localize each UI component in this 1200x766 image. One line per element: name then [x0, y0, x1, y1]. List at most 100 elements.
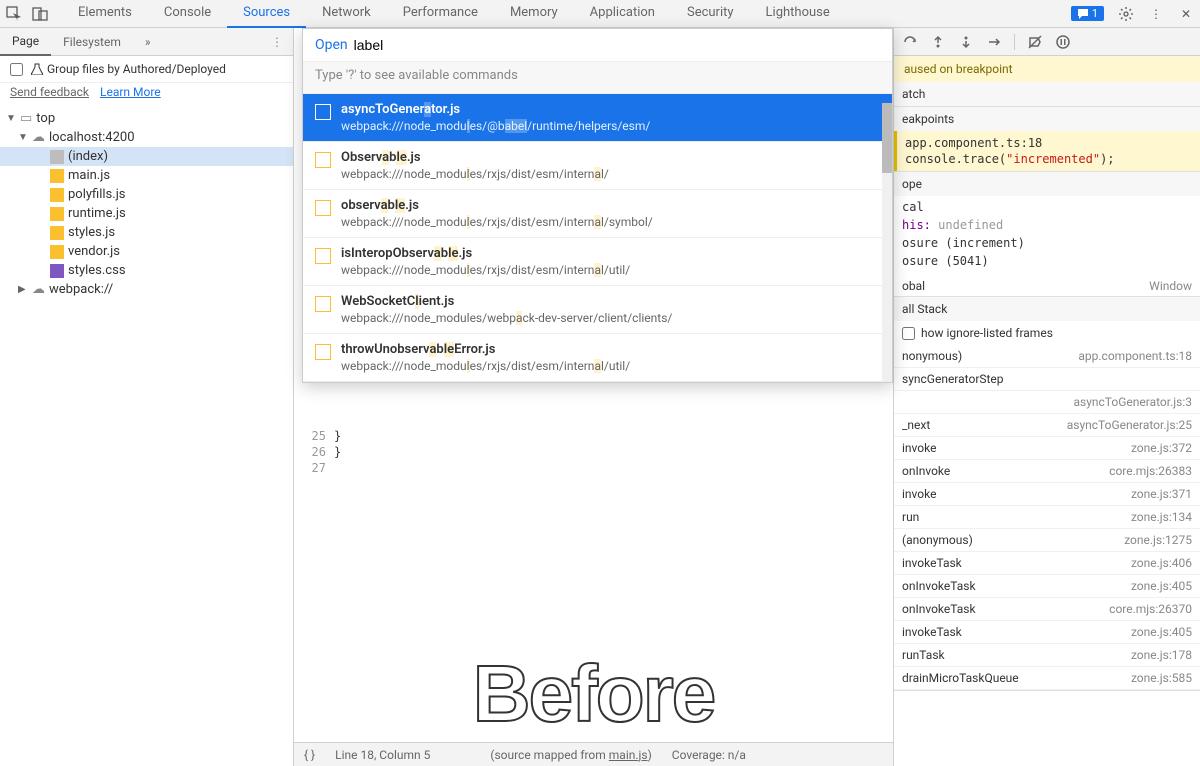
- group-files-label: Group files by Authored/Deployed: [47, 62, 226, 76]
- breakpoint-row[interactable]: app.component.ts:18 console.trace("incre…: [894, 131, 1200, 171]
- tree-webpack[interactable]: ▶☁webpack://: [0, 280, 293, 299]
- file-icon: [315, 344, 331, 360]
- tree-file-main[interactable]: main.js: [0, 166, 293, 185]
- quick-open-result[interactable]: throwUnobservableError.js webpack:///nod…: [303, 334, 892, 382]
- stack-frame[interactable]: drainMicroTaskQueuezone.js:585: [894, 667, 1200, 690]
- nav-tab-filesystem[interactable]: Filesystem: [51, 29, 133, 55]
- stack-frame[interactable]: invokezone.js:372: [894, 437, 1200, 460]
- inspect-element-icon[interactable]: [6, 6, 22, 22]
- learn-more-link[interactable]: Learn More: [100, 85, 161, 99]
- file-tree: ▼▭top ▼☁localhost:4200 (index) main.js p…: [0, 105, 293, 766]
- quick-open-result[interactable]: WebSocketClient.js webpack:///node_modul…: [303, 286, 892, 334]
- tree-host[interactable]: ▼☁localhost:4200: [0, 128, 293, 147]
- stack-frame[interactable]: (anonymous)zone.js:1275: [894, 529, 1200, 552]
- stack-frame[interactable]: syncGeneratorStep: [894, 368, 1200, 391]
- step-out-icon[interactable]: [986, 34, 1002, 50]
- callstack-header[interactable]: all Stack: [894, 297, 1200, 321]
- feedback-button[interactable]: 1: [1071, 6, 1104, 21]
- stack-frame[interactable]: invokezone.js:371: [894, 483, 1200, 506]
- send-feedback-link[interactable]: Send feedback: [10, 85, 89, 99]
- source-mapped: (source mapped from main.js): [490, 748, 651, 762]
- tree-file-vendor[interactable]: vendor.js: [0, 242, 293, 261]
- device-toolbar-icon[interactable]: [32, 6, 48, 22]
- tab-network[interactable]: Network: [306, 0, 387, 28]
- tab-security[interactable]: Security: [671, 0, 750, 28]
- nav-tab-more[interactable]: »: [133, 29, 163, 55]
- tree-file-styles-js[interactable]: styles.js: [0, 223, 293, 242]
- breakpoints-header[interactable]: eakpoints: [894, 107, 1200, 131]
- quick-open-result[interactable]: asyncToGenerator.js webpack:///node_modu…: [303, 94, 892, 142]
- tab-memory[interactable]: Memory: [494, 0, 574, 28]
- stack-frame[interactable]: invokeTaskzone.js:405: [894, 621, 1200, 644]
- step-over-icon[interactable]: [930, 34, 946, 50]
- more-icon[interactable]: ⋮: [1148, 6, 1164, 22]
- tree-file-polyfills[interactable]: polyfills.js: [0, 185, 293, 204]
- code-lines[interactable]: } }: [334, 428, 341, 476]
- scope-global[interactable]: obal Window: [894, 276, 1200, 296]
- main-toolbar: Elements Console Sources Network Perform…: [0, 0, 1200, 28]
- quick-open-dialog: Open Type '?' to see available commands …: [302, 28, 893, 383]
- result-name: Observable.js: [341, 150, 609, 165]
- result-path: webpack:///node_modules/@babel/runtime/h…: [341, 119, 650, 133]
- gutter: 25 26 27: [294, 428, 334, 476]
- scope-section: ope cal his: undefined osure (increment)…: [894, 172, 1200, 297]
- navigator-tabs: Page Filesystem » ⋮: [0, 28, 293, 56]
- quick-open-hint: Type '?' to see available commands: [303, 61, 892, 94]
- stack-frame[interactable]: runzone.js:134: [894, 506, 1200, 529]
- quick-open-scrollbar[interactable]: [882, 103, 892, 382]
- overlay-text: Before: [473, 648, 714, 740]
- quick-open-results: asyncToGenerator.js webpack:///node_modu…: [303, 94, 892, 382]
- stack-frame[interactable]: onInvokecore.mjs:26383: [894, 460, 1200, 483]
- tab-lighthouse[interactable]: Lighthouse: [750, 0, 846, 28]
- file-icon: [315, 104, 331, 120]
- group-files-checkbox[interactable]: [10, 63, 23, 76]
- tab-sources[interactable]: Sources: [227, 0, 306, 28]
- settings-icon[interactable]: [1118, 6, 1134, 22]
- callstack-list: nonymous)app.component.ts:18 syncGenerat…: [894, 345, 1200, 690]
- quick-open-input-row: Open: [303, 29, 892, 61]
- stack-frame[interactable]: nonymous)app.component.ts:18: [894, 345, 1200, 368]
- stack-frame[interactable]: runTaskzone.js:178: [894, 644, 1200, 667]
- tree-file-index[interactable]: (index): [0, 147, 293, 166]
- ignore-listed-checkbox[interactable]: [902, 327, 915, 340]
- pretty-print-icon[interactable]: { }: [304, 748, 315, 762]
- close-icon[interactable]: ✕: [1178, 6, 1194, 22]
- tree-top[interactable]: ▼▭top: [0, 109, 293, 128]
- source-map-link[interactable]: main.js: [609, 748, 648, 762]
- tree-file-runtime[interactable]: runtime.js: [0, 204, 293, 223]
- editor-statusbar: { } Line 18, Column 5 (source mapped fro…: [294, 742, 893, 766]
- stack-frame[interactable]: _nextasyncToGenerator.js:25: [894, 414, 1200, 437]
- file-icon: [315, 152, 331, 168]
- quick-open-result[interactable]: isInteropObservable.js webpack:///node_m…: [303, 238, 892, 286]
- nav-more-icon[interactable]: ⋮: [261, 35, 293, 49]
- scope-local: cal his: undefined osure (increment) osu…: [894, 196, 1200, 276]
- tree-file-styles-css[interactable]: styles.css: [0, 261, 293, 280]
- nav-tab-page[interactable]: Page: [0, 28, 51, 56]
- stack-frame[interactable]: asyncToGenerator.js:3: [894, 391, 1200, 414]
- step-into-icon[interactable]: [958, 34, 974, 50]
- tab-elements[interactable]: Elements: [62, 0, 148, 28]
- scrollbar-thumb[interactable]: [882, 103, 892, 173]
- quick-open-input[interactable]: [354, 37, 880, 53]
- stack-frame[interactable]: onInvokeTaskcore.mjs:26370: [894, 598, 1200, 621]
- quick-open-result[interactable]: observable.js webpack:///node_modules/rx…: [303, 190, 892, 238]
- result-path: webpack:///node_modules/rxjs/dist/esm/in…: [341, 167, 609, 181]
- file-icon: [315, 248, 331, 264]
- watch-section: atch: [894, 82, 1200, 107]
- result-name: throwUnobservableError.js: [341, 342, 630, 357]
- resume-icon[interactable]: [902, 34, 918, 50]
- feedback-count: 1: [1092, 7, 1098, 20]
- tab-application[interactable]: Application: [574, 0, 671, 28]
- quick-open-result[interactable]: Observable.js webpack:///node_modules/rx…: [303, 142, 892, 190]
- scope-header[interactable]: ope: [894, 172, 1200, 196]
- tab-console[interactable]: Console: [148, 0, 227, 28]
- debugger-panel: aused on breakpoint atch eakpoints app.c…: [894, 28, 1200, 766]
- result-name: observable.js: [341, 198, 653, 213]
- pause-exceptions-icon[interactable]: [1055, 34, 1071, 50]
- result-path: webpack:///node_modules/rxjs/dist/esm/in…: [341, 359, 630, 373]
- watch-header[interactable]: atch: [894, 82, 1200, 106]
- stack-frame[interactable]: invokeTaskzone.js:406: [894, 552, 1200, 575]
- deactivate-breakpoints-icon[interactable]: [1027, 34, 1043, 50]
- stack-frame[interactable]: onInvokeTaskzone.js:405: [894, 575, 1200, 598]
- tab-performance[interactable]: Performance: [387, 0, 494, 28]
